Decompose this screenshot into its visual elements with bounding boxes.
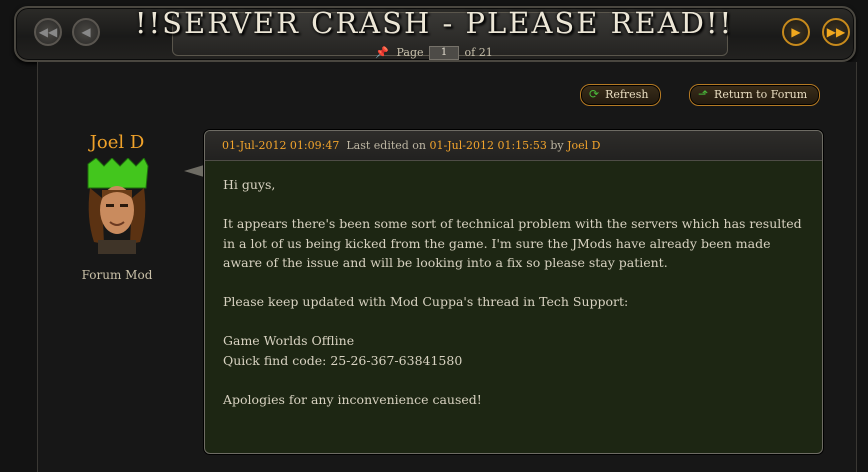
edited-by-prefix: by	[550, 139, 564, 152]
post-timestamp: 01-Jul-2012 01:09:47	[222, 139, 340, 152]
author-name[interactable]: Joel D	[80, 132, 154, 153]
edited-prefix: Last edited on	[346, 139, 427, 152]
post-paragraph: Quick find code: 25-26-367-63841580	[223, 352, 463, 368]
pager: 📌 Page 1 of 21	[0, 46, 868, 60]
page-total-label: of 21	[464, 46, 493, 59]
post-pointer	[184, 165, 204, 177]
post-body: Hi guys, It appears there's been some so…	[205, 161, 822, 443]
thread-title: !!SERVER CRASH - PLEASE READ!!	[134, 6, 734, 40]
page-number-input[interactable]: 1	[429, 46, 460, 60]
edited-by-user[interactable]: Joel D	[567, 139, 600, 152]
forum-post: 01-Jul-2012 01:09:47 Last edited on 01-J…	[204, 130, 823, 454]
return-to-forum-button[interactable]: ⬏ Return to Forum	[689, 84, 821, 106]
post-paragraph: Apologies for any inconvenience caused!	[223, 391, 482, 407]
post-paragraph: It appears there's been some sort of tec…	[223, 216, 802, 270]
post-paragraph: Hi guys,	[223, 177, 276, 192]
page-label: Page	[396, 46, 424, 59]
author-role: Forum Mod	[81, 268, 153, 282]
post-header: 01-Jul-2012 01:09:47 Last edited on 01-J…	[205, 131, 822, 161]
pin-icon: 📌	[375, 46, 389, 59]
post-paragraph: Please keep updated with Mod Cuppa's thr…	[223, 294, 629, 309]
edited-timestamp: 01-Jul-2012 01:15:53	[429, 139, 547, 152]
up-arrow-icon: ⬏	[698, 87, 709, 101]
refresh-label: Refresh	[605, 88, 649, 101]
refresh-icon: ⟳	[589, 87, 600, 101]
refresh-button[interactable]: ⟳ Refresh	[580, 84, 662, 106]
return-label: Return to Forum	[714, 88, 808, 101]
avatar	[87, 158, 149, 254]
post-paragraph: Game Worlds Offline	[223, 333, 355, 348]
